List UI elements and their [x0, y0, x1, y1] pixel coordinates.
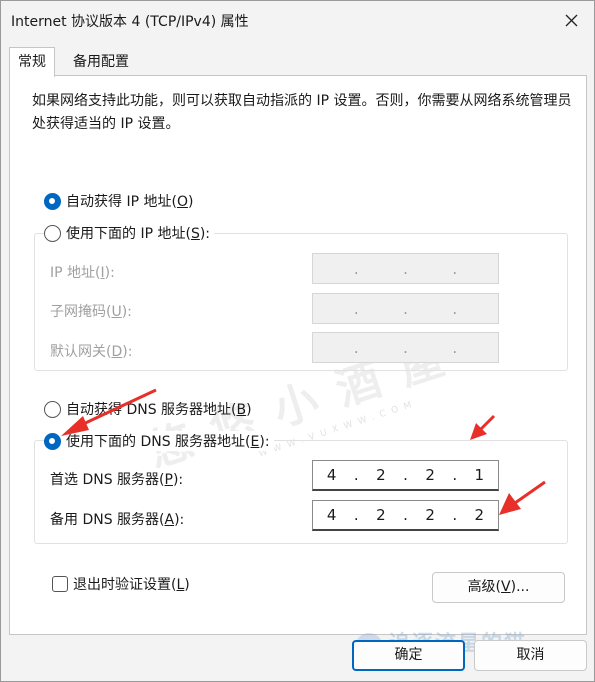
manual-dns-radio-button[interactable]: [44, 432, 61, 450]
tab-alternate-config[interactable]: 备用配置: [65, 48, 137, 76]
preferred-dns-label: 首选 DNS 服务器(P):: [50, 472, 184, 488]
subnet-mask-input[interactable]: . . .: [312, 293, 499, 324]
validate-on-exit-box[interactable]: [52, 576, 68, 592]
close-icon: [565, 14, 577, 26]
validate-on-exit-label: 退出时验证设置(L): [73, 577, 190, 593]
default-gateway-input[interactable]: . . .: [312, 332, 499, 363]
auto-ip-label: 自动获得 IP 地址(O): [66, 194, 194, 210]
ip-address-input[interactable]: . . .: [312, 253, 499, 284]
alternate-dns-input[interactable]: 4. 2. 2. 2: [312, 500, 499, 531]
tcpip-properties-dialog: Internet 协议版本 4 (TCP/IPv4) 属性 常规 备用配置 如果…: [0, 0, 595, 682]
close-button[interactable]: [558, 7, 584, 33]
manual-dns-radio[interactable]: 使用下面的 DNS 服务器地址(E):: [44, 431, 274, 451]
auto-dns-radio-button[interactable]: [44, 400, 61, 418]
manual-ip-radio[interactable]: 使用下面的 IP 地址(S):: [44, 223, 215, 243]
auto-ip-radio[interactable]: 自动获得 IP 地址(O): [44, 191, 193, 211]
tab-general-label: 常规: [18, 54, 46, 70]
auto-dns-label: 自动获得 DNS 服务器地址(B): [66, 402, 252, 418]
alternate-dns-label: 备用 DNS 服务器(A):: [50, 512, 185, 528]
cancel-button[interactable]: 取消: [474, 640, 587, 671]
auto-ip-radio-button[interactable]: [44, 192, 61, 210]
preferred-dns-input[interactable]: 4. 2. 2. 1: [312, 460, 499, 491]
subnet-mask-label: 子网掩码(U):: [50, 304, 132, 320]
tab-general[interactable]: 常规: [9, 47, 55, 77]
manual-ip-radio-button[interactable]: [44, 224, 61, 242]
ok-button[interactable]: 确定: [352, 640, 465, 671]
tab-alternate-config-label: 备用配置: [73, 54, 129, 70]
advanced-button[interactable]: 高级(V)...: [432, 572, 565, 603]
manual-dns-label: 使用下面的 DNS 服务器地址(E):: [66, 434, 270, 450]
manual-ip-label: 使用下面的 IP 地址(S):: [66, 226, 211, 242]
default-gateway-label: 默认网关(D):: [50, 344, 133, 360]
general-panel: 如果网络支持此功能，则可以获取自动指派的 IP 设置。否则，你需要从网络系统管理…: [9, 75, 587, 635]
window-title: Internet 协议版本 4 (TCP/IPv4) 属性: [11, 14, 249, 30]
description-text: 如果网络支持此功能，则可以获取自动指派的 IP 设置。否则，你需要从网络系统管理…: [32, 93, 572, 132]
ip-address-label: IP 地址(I):: [50, 265, 115, 281]
title-bar: Internet 协议版本 4 (TCP/IPv4) 属性: [1, 1, 594, 39]
auto-dns-radio[interactable]: 自动获得 DNS 服务器地址(B): [44, 399, 252, 419]
validate-on-exit-checkbox[interactable]: 退出时验证设置(L): [52, 574, 190, 594]
